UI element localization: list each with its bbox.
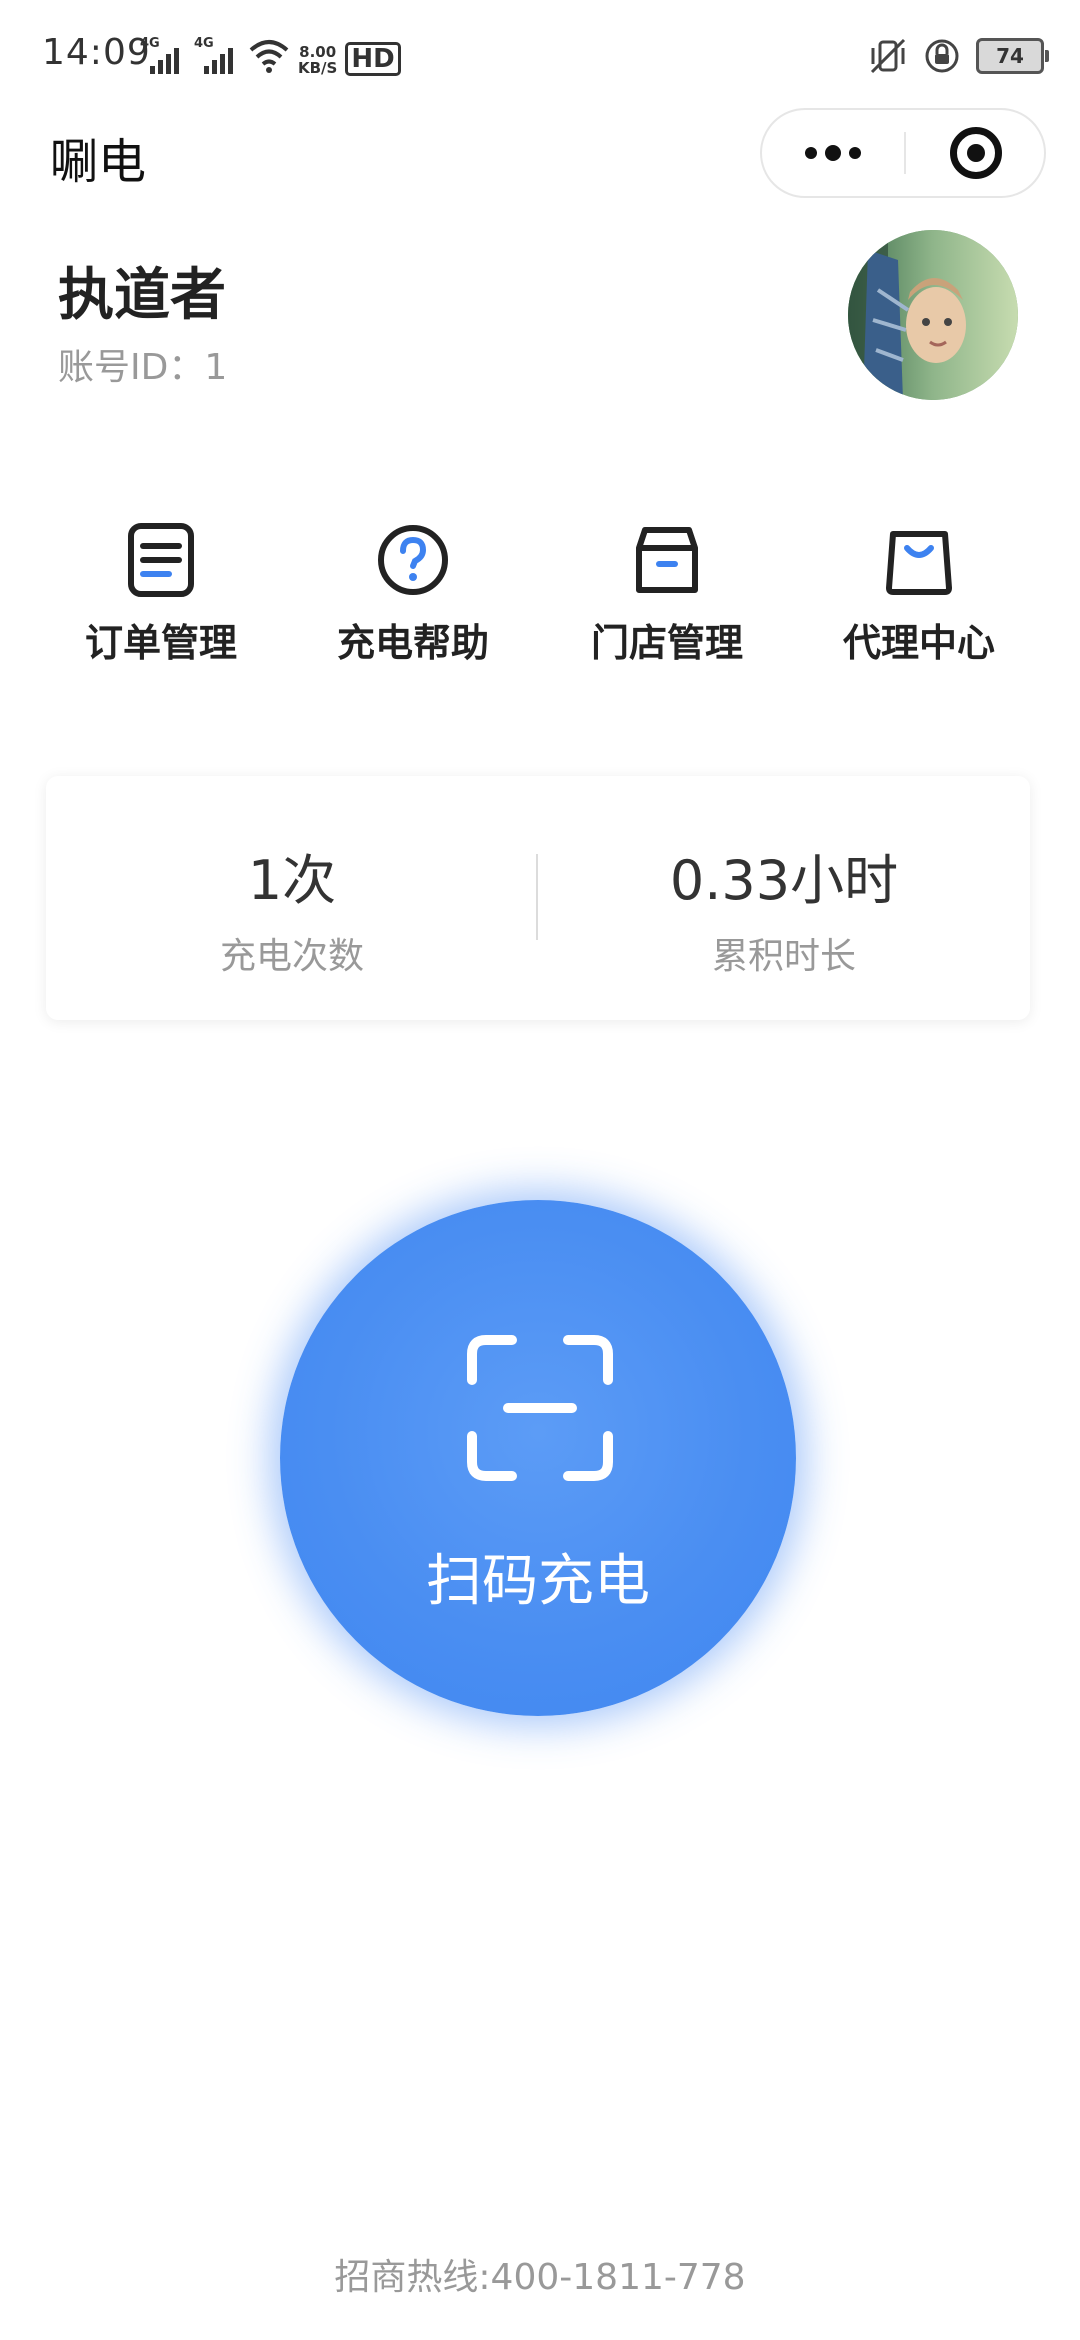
speed-value: 8.00 bbox=[299, 43, 337, 61]
wifi-icon bbox=[249, 40, 289, 73]
network-speed: 8.00 KB/S bbox=[298, 44, 337, 76]
close-button[interactable] bbox=[906, 110, 1046, 196]
menu-item-store[interactable]: 门店管理 bbox=[542, 510, 792, 670]
business-hotline[interactable]: 招商热线:400-1811-778 bbox=[0, 2248, 1080, 2300]
duration-label: 累积时长 bbox=[711, 936, 856, 977]
charge-count-label: 充电次数 bbox=[219, 936, 364, 977]
app-title: 唰电 bbox=[50, 134, 147, 190]
help-question-icon bbox=[378, 525, 448, 595]
hd-badge: HD bbox=[345, 42, 401, 76]
store-box-icon bbox=[636, 527, 698, 593]
duration-value: 0.33小时 bbox=[669, 849, 899, 912]
signal-icon: 4G bbox=[140, 36, 186, 76]
status-time: 14:09 bbox=[42, 32, 151, 73]
status-network-icons: 4G 4G 8.00 KB/S HD bbox=[140, 30, 401, 76]
more-dots-icon[interactable] bbox=[762, 110, 904, 196]
status-bar: 14:09 4G 4G 8.00 KB/S HD 74 bbox=[0, 0, 1080, 108]
miniprogram-capsule bbox=[760, 108, 1046, 198]
menu-item-orders[interactable]: 订单管理 bbox=[36, 510, 286, 670]
charge-count-value: 1次 bbox=[247, 849, 337, 912]
rotation-lock-icon bbox=[925, 39, 959, 73]
menu-item-agent[interactable]: 代理中心 bbox=[794, 510, 1044, 670]
order-list-icon bbox=[128, 523, 194, 597]
title-bar: 唰电 bbox=[0, 108, 1080, 198]
user-name: 执道者 bbox=[58, 263, 226, 328]
stat-charge-count: 1次 充电次数 bbox=[46, 776, 538, 1020]
scan-charge-button[interactable]: 扫码充电 bbox=[280, 1200, 796, 1716]
avatar[interactable] bbox=[848, 230, 1018, 400]
status-system-icons: 74 bbox=[868, 36, 1049, 76]
scan-charge-label: 扫码充电 bbox=[426, 1549, 650, 1614]
account-id: 账号ID：1 bbox=[58, 347, 228, 388]
menu-label-store: 门店管理 bbox=[590, 621, 743, 665]
shopping-bag-icon bbox=[886, 531, 952, 595]
menu-label-orders: 订单管理 bbox=[84, 621, 237, 665]
speed-unit: KB/S bbox=[298, 59, 338, 77]
quick-menu: 订单管理 充电帮助 门店管理 代理中心 bbox=[0, 510, 1080, 670]
vibrate-icon bbox=[870, 38, 906, 74]
stats-card: 1次 充电次数 0.33小时 累积时长 bbox=[46, 776, 1030, 1020]
menu-item-help[interactable]: 充电帮助 bbox=[288, 510, 538, 670]
target-circle-icon bbox=[950, 127, 1002, 179]
battery-icon: 74 bbox=[976, 38, 1049, 74]
menu-label-agent: 代理中心 bbox=[842, 621, 995, 665]
stat-duration: 0.33小时 累积时长 bbox=[538, 776, 1030, 1020]
menu-label-help: 充电帮助 bbox=[336, 621, 489, 665]
signal-icon: 4G bbox=[194, 36, 240, 76]
scan-frame-icon bbox=[467, 1335, 613, 1481]
